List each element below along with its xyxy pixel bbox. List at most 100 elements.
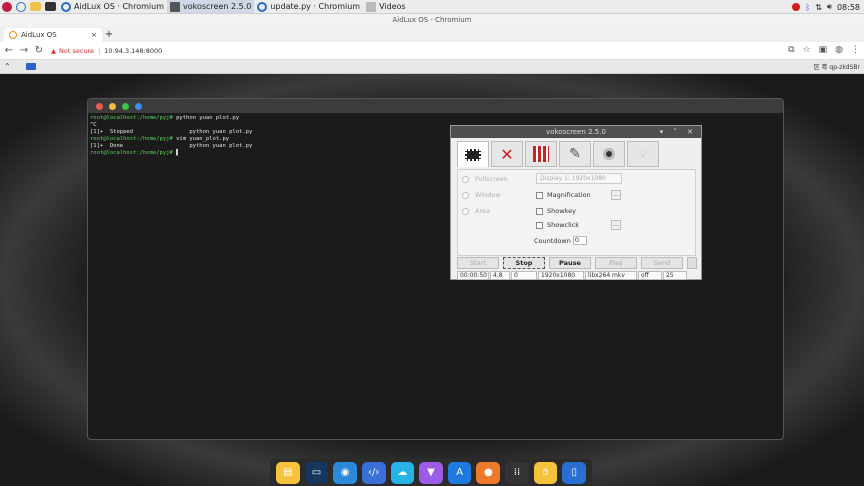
area-radio[interactable]: Area — [462, 207, 490, 215]
translate-icon[interactable]: ⧉ — [788, 45, 794, 55]
browser-launcher-icon[interactable] — [16, 1, 26, 12]
system-tray: ᛒ ⇅ 🔊︎ 08:58 — [792, 0, 864, 14]
bluetooth-icon[interactable]: ᛒ — [805, 3, 810, 12]
countdown-spinbox[interactable]: 0 — [572, 236, 587, 245]
vokoscreen-window[interactable]: vokoscreen 2.5.0 ▾ ˄ ✕ ✕ ✎ 💡︎ Fullscreen… — [450, 125, 702, 280]
keyboard-icon[interactable] — [26, 63, 36, 70]
send-button[interactable]: Send — [641, 257, 683, 269]
screen-settings-panel: Fullscreen Window Area Display 1: 1920x1… — [457, 169, 696, 256]
not-secure-icon: ▲ — [51, 46, 56, 55]
dock-code-editor-icon[interactable]: ‹/› — [361, 461, 386, 484]
tab-video[interactable] — [525, 141, 557, 167]
record-controls: Start Stop Pause Play Send — [457, 257, 697, 269]
url-text: 10.94.3.148:8000 — [104, 46, 163, 55]
start-button[interactable]: Start — [457, 257, 499, 269]
magnification-settings-button[interactable]: ... — [611, 190, 621, 200]
vokoscreen-titlebar[interactable]: vokoscreen 2.5.0 ▾ ˄ ✕ — [451, 126, 701, 138]
dock-browser-icon[interactable]: ◉ — [333, 461, 357, 484]
tab-aidlux[interactable]: AidLux OS × — [4, 28, 102, 42]
toolbar-handle-icon[interactable]: ⌃ — [4, 62, 18, 72]
task-videos[interactable]: Videos — [363, 0, 409, 13]
terminal-titlebar[interactable] — [88, 99, 783, 113]
vokoscreen-icon — [169, 1, 180, 12]
chromium-window-title: AidLux OS - Chromium — [0, 14, 864, 26]
aidlux-favicon-icon — [9, 31, 17, 39]
close-tab-icon[interactable]: × — [91, 31, 97, 39]
dock-files-icon[interactable]: ▯ — [562, 461, 587, 484]
showclick-checkbox[interactable]: Showclick — [536, 221, 579, 229]
task-chromium[interactable]: AidLux OS · Chromium — [58, 0, 167, 13]
status-frames: 0 — [511, 271, 537, 280]
dock-lightbulb-icon[interactable]: ● — [476, 461, 501, 484]
extensions-icon[interactable]: ▣ — [819, 45, 828, 55]
status-time: 00:00:50 — [457, 271, 489, 280]
task-vokoscreen[interactable]: vokoscreen 2.5.0 — [166, 0, 255, 13]
security-label: Not secure — [59, 46, 95, 55]
dock: ▤ ▭ ◉ ‹/› ☁ ▼ A ● ⁞⁞ ✋︎ ▯ — [270, 459, 592, 486]
back-icon[interactable]: ← — [3, 45, 15, 56]
maximize-window-icon[interactable] — [122, 102, 129, 110]
dock-chat-icon[interactable]: ▼ — [419, 461, 443, 484]
new-tab-button[interactable]: + — [102, 28, 116, 42]
raspberry-menu-icon[interactable] — [2, 1, 12, 12]
task-update-py[interactable]: update.py · Chromium — [254, 0, 363, 13]
folder-icon — [366, 1, 377, 12]
clock[interactable]: 08:58 — [837, 3, 860, 12]
status-audio: off — [638, 271, 662, 280]
dock-cloud-icon[interactable]: ☁ — [390, 461, 415, 484]
video-icon — [533, 146, 549, 162]
terminal-launcher-icon[interactable] — [45, 2, 56, 11]
dock-terminal-icon[interactable]: ▭ — [304, 461, 329, 484]
tab-settings[interactable]: ✎ — [559, 141, 591, 167]
display-select[interactable]: Display 1: 1920x1080 — [536, 173, 622, 184]
webcam-icon — [603, 148, 615, 160]
play-button[interactable]: Play — [595, 257, 637, 269]
reload-icon[interactable]: ↻ — [33, 45, 45, 56]
window-controls[interactable]: ▾ ˄ ✕ — [660, 126, 697, 138]
stop-button[interactable]: Stop — [503, 257, 545, 269]
browser-toolbar: ← → ↻ ▲ Not secure | 10.94.3.148:8000 ⧉ … — [0, 42, 864, 60]
status-fps: 25 — [663, 271, 687, 280]
close-window-icon[interactable] — [96, 102, 103, 110]
os-taskbar: AidLux OS · Chromium vokoscreen 2.5.0 up… — [0, 0, 864, 14]
dock-app-store-icon[interactable]: A — [447, 461, 472, 484]
screen-film-icon — [465, 148, 481, 161]
volume-icon[interactable]: 🔊︎ — [827, 2, 832, 12]
record-indicator-icon[interactable] — [792, 3, 801, 11]
dock-app-grid-icon[interactable]: ⁞⁞ — [505, 461, 529, 484]
bookmark-star-icon[interactable]: ☆ — [803, 45, 811, 55]
tools-icon: ✎ — [569, 146, 581, 162]
tab-webcam[interactable] — [593, 141, 625, 167]
address-bar[interactable]: ▲ Not secure | 10.94.3.148:8000 — [51, 45, 751, 57]
window-radio[interactable]: Window — [462, 191, 501, 199]
tab-screen[interactable] — [457, 141, 489, 167]
vokoscreen-tabs: ✕ ✎ 💡︎ — [457, 141, 701, 167]
showkey-checkbox[interactable]: Showkey — [536, 207, 576, 215]
audio-disabled-icon: ✕ — [500, 144, 514, 164]
remote-status-text: 区 粤 qp-zkdSBr — [813, 64, 860, 71]
fullscreen-radio[interactable]: Fullscreen — [462, 175, 508, 183]
remote-desktop-toolbar: ⌃ 区 粤 qp-zkdSBr — [0, 60, 864, 74]
minimize-window-icon[interactable] — [109, 102, 116, 110]
countdown-control: Countdown 0 — [534, 236, 587, 245]
dock-notes-icon[interactable]: ▤ — [276, 461, 300, 484]
terminal-line: root@localhost:/home/pyj# python yuan pl… — [90, 115, 240, 121]
chromium-icon — [257, 1, 268, 12]
network-icon[interactable]: ⇅ — [815, 3, 822, 12]
menu-icon[interactable]: ⋮ — [851, 45, 860, 55]
file-manager-icon[interactable] — [30, 2, 41, 11]
status-codec: libx264 mkv — [585, 271, 637, 280]
showclick-settings-button[interactable]: ... — [611, 220, 621, 230]
tab-info[interactable]: 💡︎ — [627, 141, 659, 167]
forward-icon[interactable]: → — [18, 45, 30, 56]
remote-desktop[interactable]: root@localhost:/home/pyj# python yuan pl… — [0, 74, 864, 486]
dock-hand-icon[interactable]: ✋︎ — [533, 461, 558, 484]
tab-audio[interactable]: ✕ — [491, 141, 523, 167]
lock-icon[interactable] — [687, 257, 697, 269]
extra-window-icon[interactable] — [135, 102, 142, 110]
magnification-checkbox[interactable]: Magnification — [536, 191, 591, 199]
profile-icon[interactable]: ◍ — [835, 45, 843, 55]
status-fps-value: 4.8 — [490, 271, 510, 280]
chromium-icon — [61, 1, 71, 12]
pause-button[interactable]: Pause — [549, 257, 591, 269]
